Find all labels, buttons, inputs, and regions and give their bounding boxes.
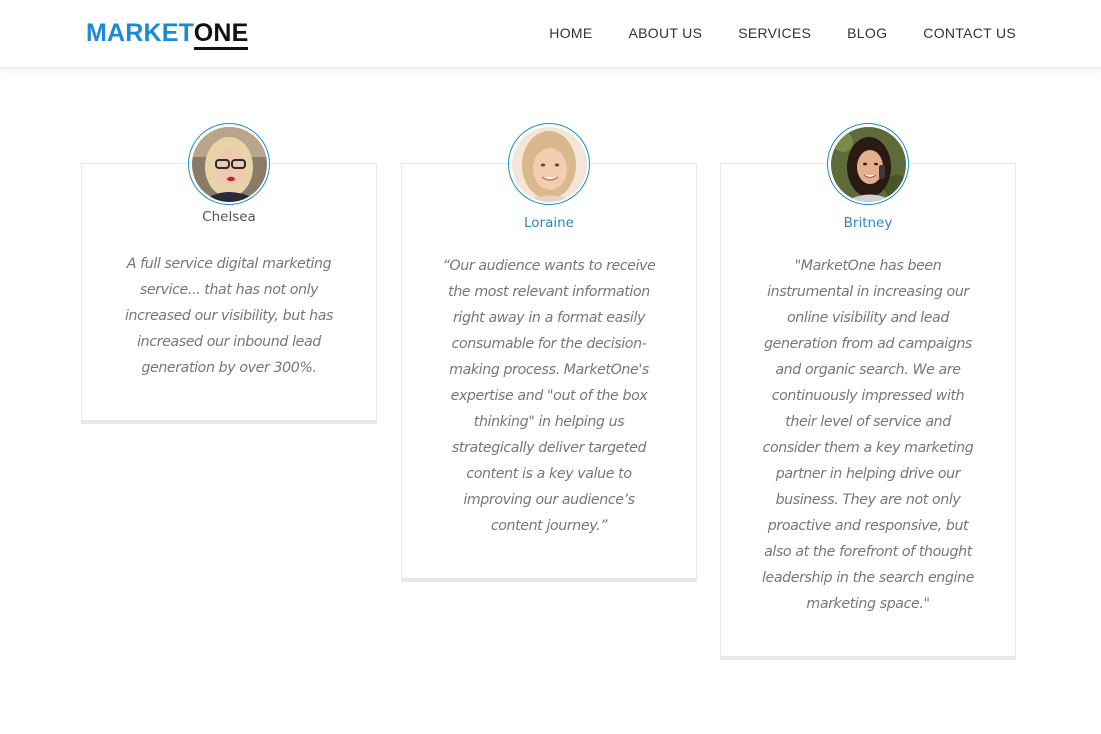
nav-contact-us[interactable]: CONTACT US: [923, 24, 1016, 42]
testimonial-card: Britney "MarketOne has been instrumental…: [720, 123, 1016, 657]
testimonial-card: Loraine “Our audience wants to receive t…: [401, 123, 697, 579]
testimonial-name[interactable]: Britney: [721, 214, 1015, 232]
avatar-photo: [511, 126, 587, 202]
nav-services[interactable]: SERVICES: [738, 24, 811, 42]
testimonial-name: Chelsea: [202, 209, 256, 225]
testimonial-card: Chelsea A full service digital marketing…: [81, 123, 377, 421]
person-photo-icon: [830, 126, 906, 202]
testimonial-quote: "MarketOne has been instrumental in incr…: [762, 258, 974, 612]
brand-logo-part2: ONE: [193, 19, 249, 50]
avatar-photo: [191, 126, 267, 202]
nav-home[interactable]: HOME: [549, 24, 592, 42]
avatar: [188, 123, 270, 205]
testimonial-quote: A full service digital marketing service…: [125, 256, 333, 376]
avatar-photo: [830, 126, 906, 202]
nav-about-us[interactable]: ABOUT US: [629, 24, 703, 42]
nav-blog[interactable]: BLOG: [847, 24, 887, 42]
testimonial-quote: “Our audience wants to receive the most …: [442, 258, 656, 534]
brand-logo-part1: MARKET: [86, 19, 194, 47]
avatar: [508, 123, 590, 205]
main-nav: HOME ABOUT US SERVICES BLOG CONTACT US: [513, 24, 1016, 42]
site-header: MARKETONE HOME ABOUT US SERVICES BLOG CO…: [0, 0, 1101, 68]
avatar: [827, 123, 909, 205]
person-photo-icon: [511, 126, 587, 202]
testimonial-name[interactable]: Loraine: [402, 214, 696, 232]
person-photo-icon: [191, 126, 267, 202]
brand-logo[interactable]: MARKETONE: [86, 18, 249, 50]
